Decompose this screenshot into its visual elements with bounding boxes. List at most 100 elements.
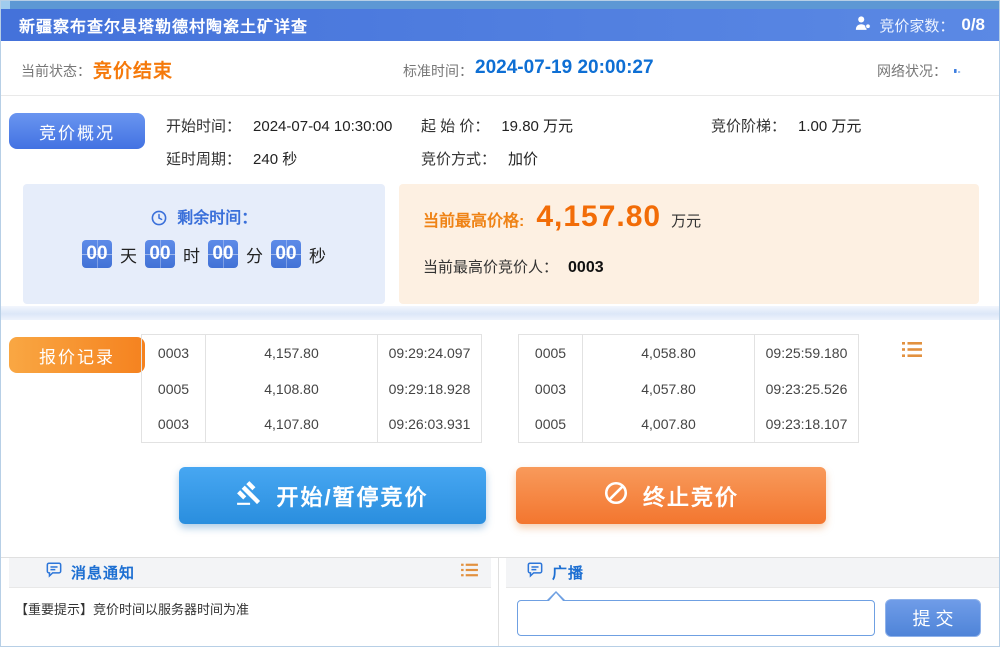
- notice-message: 【重要提示】竞价时间以服务器时间为准: [15, 599, 249, 618]
- unit-hour: 时: [183, 242, 200, 267]
- section-separator: [1, 306, 1000, 320]
- price-cell: 4,157.80: [206, 335, 378, 371]
- signal-icon: [953, 61, 965, 79]
- time-cell: 09:26:03.931: [378, 407, 482, 443]
- divider: [1, 95, 1000, 96]
- price-cell: 4,108.80: [206, 371, 378, 407]
- users-icon: [854, 15, 872, 35]
- unit-day: 天: [120, 242, 137, 267]
- top-corner-accent: [1, 1, 10, 9]
- countdown-hours: 00: [145, 240, 175, 268]
- bidder-cell: 0005: [142, 371, 206, 407]
- start-price-field: 起 始 价： 19.80 万元: [421, 115, 573, 136]
- speech-bubble-icon: [526, 562, 544, 583]
- highest-price-line: 当前最高价格: 4,157.80 万元: [423, 200, 701, 234]
- table-row: 0003 4,057.80 09:23:25.526: [519, 371, 859, 407]
- standard-time-value: 2024-07-19 20:00:27: [475, 57, 654, 79]
- delay-period-field: 延时周期： 240 秒: [166, 148, 297, 169]
- time-cell: 09:29:18.928: [378, 371, 482, 407]
- broadcast-panel-header: 广播: [506, 558, 1000, 588]
- bid-step-label: 竞价阶梯：: [711, 118, 786, 135]
- highest-bidder-value: 0003: [568, 259, 604, 276]
- notice-title: 消息通知: [71, 562, 135, 583]
- table-row: 0005 4,108.80 09:29:18.928: [142, 371, 482, 407]
- bidder-cell: 0005: [519, 407, 583, 443]
- price-cell: 4,007.80: [583, 407, 755, 443]
- price-cell: 4,057.80: [583, 371, 755, 407]
- start-time-value: 2024-07-04 10:30:00: [253, 118, 392, 135]
- notice-list-icon[interactable]: [460, 562, 479, 583]
- time-cell: 09:29:24.097: [378, 335, 482, 371]
- countdown-seconds: 00: [271, 240, 301, 268]
- countdown-minutes: 00: [208, 240, 238, 268]
- bidder-cell: 0003: [142, 407, 206, 443]
- bid-mode-field: 竞价方式： 加价: [421, 148, 538, 169]
- highest-price-panel: 当前最高价格: 4,157.80 万元 当前最高价竞价人： 0003: [399, 184, 979, 304]
- divider: [498, 558, 499, 647]
- section-label-overview: 竞价概况: [9, 113, 145, 149]
- bid-mode-value: 加价: [508, 151, 538, 168]
- broadcast-title: 广播: [552, 562, 584, 583]
- current-status-value: 竞价结束: [93, 56, 173, 83]
- standard-time-label: 标准时间：: [403, 61, 473, 81]
- current-status-label: 当前状态：: [21, 61, 91, 81]
- highest-price-unit: 万元: [671, 210, 701, 231]
- records-list-icon[interactable]: [901, 340, 923, 364]
- speech-bubble-icon: [45, 562, 63, 583]
- section-label-records-text: 报价记录: [39, 343, 115, 368]
- submit-button[interactable]: 提 交: [885, 599, 981, 637]
- terminate-button[interactable]: 终止竞价: [516, 467, 826, 524]
- time-cell: 09:23:18.107: [755, 407, 859, 443]
- network-status-label: 网络状况：: [877, 61, 947, 81]
- start-time-field: 开始时间： 2024-07-04 10:30:00: [166, 115, 392, 136]
- bid-records-table-left: 0003 4,157.80 09:29:24.097 0005 4,108.80…: [141, 334, 482, 443]
- bid-records-table-right: 0005 4,058.80 09:25:59.180 0003 4,057.80…: [518, 334, 859, 443]
- auction-window: 新疆察布查尔县塔勒德村陶瓷土矿详查 竞价家数： 0/8 当前状态： 竞价结束 标…: [0, 0, 1000, 647]
- gavel-icon: [236, 480, 262, 512]
- delay-period-value: 240 秒: [253, 151, 297, 168]
- countdown-panel: 剩余时间： 00 天 00 时 00 分 00 秒: [23, 184, 385, 304]
- time-cell: 09:23:25.526: [755, 371, 859, 407]
- bidder-cell: 0003: [142, 335, 206, 371]
- highest-bidder-label: 当前最高价竞价人：: [423, 259, 558, 276]
- section-label-overview-text: 竞价概况: [39, 119, 115, 144]
- highest-price-value: 4,157.80: [536, 200, 661, 234]
- countdown-digits: 00 天 00 时 00 分 00 秒: [23, 240, 385, 268]
- countdown-days: 00: [82, 240, 112, 268]
- start-time-label: 开始时间：: [166, 118, 241, 135]
- price-cell: 4,058.80: [583, 335, 755, 371]
- unit-second: 秒: [309, 242, 326, 267]
- title-bar: 新疆察布查尔县塔勒德村陶瓷土矿详查 竞价家数： 0/8: [1, 9, 1000, 41]
- table-row: 0005 4,058.80 09:25:59.180: [519, 335, 859, 371]
- bidder-cell: 0003: [519, 371, 583, 407]
- table-row: 0003 4,157.80 09:29:24.097: [142, 335, 482, 371]
- block-icon: [603, 480, 629, 512]
- start-pause-button[interactable]: 开始/暂停竞价: [179, 467, 486, 524]
- countdown-title: 剩余时间：: [23, 204, 385, 228]
- bid-step-value: 1.00 万元: [798, 118, 861, 135]
- bid-step-field: 竞价阶梯： 1.00 万元: [711, 115, 861, 136]
- start-pause-label: 开始/暂停竞价: [276, 480, 428, 512]
- delay-period-label: 延时周期：: [166, 151, 241, 168]
- start-price-value: 19.80 万元: [501, 118, 573, 135]
- bid-mode-label: 竞价方式：: [421, 151, 496, 168]
- page-title: 新疆察布查尔县塔勒德村陶瓷土矿详查: [19, 13, 308, 37]
- bidders-count: 0/8: [961, 15, 985, 35]
- price-cell: 4,107.80: [206, 407, 378, 443]
- countdown-title-text: 剩余时间：: [177, 210, 257, 227]
- highest-price-label: 当前最高价格:: [423, 207, 524, 231]
- bidders-label: 竞价家数：: [879, 15, 954, 36]
- highest-bidder-line: 当前最高价竞价人： 0003: [423, 256, 604, 277]
- clock-icon: [151, 210, 177, 227]
- time-cell: 09:25:59.180: [755, 335, 859, 371]
- section-label-records: 报价记录: [9, 337, 145, 373]
- bidder-cell: 0005: [519, 335, 583, 371]
- table-row: 0005 4,007.80 09:23:18.107: [519, 407, 859, 443]
- start-price-label: 起 始 价：: [421, 118, 489, 135]
- unit-minute: 分: [246, 242, 263, 267]
- table-row: 0003 4,107.80 09:26:03.931: [142, 407, 482, 443]
- top-strip: [1, 1, 1000, 9]
- notice-panel-header: 消息通知: [9, 558, 491, 588]
- bidders-counter: 竞价家数： 0/8: [854, 15, 985, 36]
- broadcast-input[interactable]: [517, 600, 875, 636]
